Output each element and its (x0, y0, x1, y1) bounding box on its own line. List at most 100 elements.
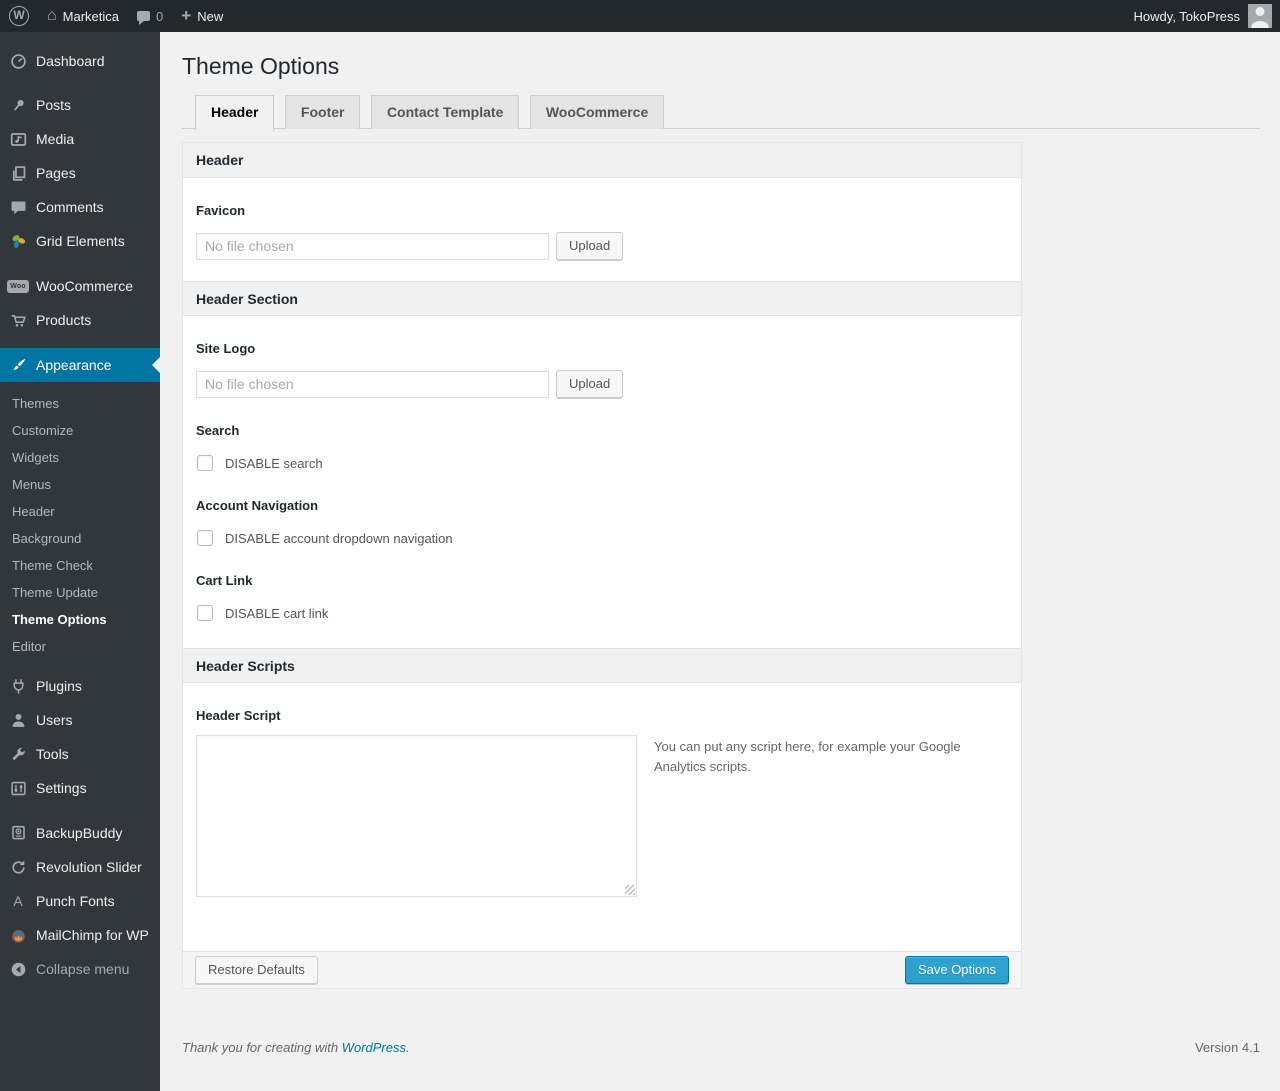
cart-link-label: Cart Link (196, 573, 253, 588)
page-footer: Thank you for creating with WordPress. V… (182, 1040, 1260, 1055)
search-label: Search (196, 423, 240, 438)
sidebar-item-media[interactable]: Media (0, 122, 160, 156)
sidebar-item-comments[interactable]: Comments (0, 190, 160, 224)
submenu-item-theme-update[interactable]: Theme Update (0, 579, 160, 606)
sidebar-item-plugins[interactable]: Plugins (0, 669, 160, 703)
sidebar-item-woocommerce[interactable]: Woo WooCommerce (0, 269, 160, 303)
admin-bar: W ⌂ Marketica 0 + New Howdy, TokoPress (0, 0, 1280, 32)
sidebar-item-label: Products (36, 312, 92, 328)
sidebar-item-label: Pages (36, 165, 76, 181)
avatar-head-shape (1255, 7, 1265, 16)
disable-account-nav-checkbox[interactable] (197, 530, 213, 546)
sidebar-item-label: WooCommerce (36, 278, 133, 294)
avatar-body-shape (1251, 21, 1269, 28)
paintbrush-icon (8, 357, 28, 374)
submenu-item-customize[interactable]: Customize (0, 417, 160, 444)
sidebar-item-mailchimp[interactable]: MailChimp for WP (0, 918, 160, 952)
site-link[interactable]: ⌂ Marketica (38, 0, 128, 32)
sidebar-item-grid-elements[interactable]: Grid Elements (0, 224, 160, 258)
submenu-item-themes[interactable]: Themes (0, 390, 160, 417)
favicon-file-input[interactable] (196, 232, 549, 260)
version-text: Version 4.1 (1194, 1040, 1260, 1055)
panel-body-header-scripts: Header Script You can put any script her… (183, 708, 1021, 951)
section-title-header-section: Header Section (183, 281, 1021, 316)
submenu-item-header[interactable]: Header (0, 498, 160, 525)
panel-body-header: Favicon Upload (183, 203, 1021, 260)
user-icon (8, 712, 28, 729)
save-options-button[interactable]: Save Options (904, 956, 1009, 984)
restore-defaults-button[interactable]: Restore Defaults (195, 956, 318, 984)
pages-icon (8, 165, 28, 182)
header-script-row: You can put any script here, for example… (196, 735, 1008, 951)
tab-footer[interactable]: Footer (284, 95, 361, 129)
comments-counter[interactable]: 0 (128, 0, 172, 32)
collapse-menu-button[interactable]: Collapse menu (0, 952, 160, 986)
panel-footer: Restore Defaults Save Options (183, 951, 1021, 988)
sidebar-item-label: Tools (36, 746, 69, 762)
submenu-item-theme-options[interactable]: Theme Options (0, 606, 160, 633)
plus-icon: + (181, 5, 192, 25)
sidebar-item-settings[interactable]: Settings (0, 771, 160, 805)
sidebar-item-label: Users (36, 712, 73, 728)
disable-search-checkbox[interactable] (197, 455, 213, 471)
disable-search-checkbox-label[interactable]: DISABLE search (225, 456, 323, 471)
submenu-item-widgets[interactable]: Widgets (0, 444, 160, 471)
header-script-textarea[interactable] (196, 735, 637, 897)
cart-icon (8, 312, 28, 329)
header-script-hint: You can put any script here, for example… (654, 739, 961, 775)
search-check-row: DISABLE search (197, 455, 1008, 471)
site-logo-upload-button[interactable]: Upload (556, 370, 624, 398)
sidebar-item-label: Comments (36, 199, 104, 215)
disable-account-nav-checkbox-label[interactable]: DISABLE account dropdown navigation (225, 531, 453, 546)
sidebar-item-posts[interactable]: Posts (0, 88, 160, 122)
woocommerce-badge-icon: Woo (7, 279, 29, 293)
wordpress-link[interactable]: WordPress (342, 1040, 406, 1055)
sidebar-item-backupbuddy[interactable]: BackupBuddy (0, 816, 160, 850)
sidebar-item-tools[interactable]: Tools (0, 737, 160, 771)
sidebar-item-label: Plugins (36, 678, 82, 694)
new-content-menu[interactable]: + New (172, 0, 232, 32)
submenu-item-menus[interactable]: Menus (0, 471, 160, 498)
disable-cart-link-checkbox-label[interactable]: DISABLE cart link (225, 606, 328, 621)
account-navigation-check-row: DISABLE account dropdown navigation (197, 530, 1008, 546)
sidebar-item-label: Dashboard (36, 53, 105, 69)
wordpress-logo-icon: W (9, 6, 29, 26)
sidebar-item-label: Appearance (36, 357, 112, 373)
backup-drive-icon (8, 825, 28, 842)
comment-bubble-icon (8, 199, 28, 216)
favicon-upload-button[interactable]: Upload (556, 232, 624, 260)
admin-bar-right: Howdy, TokoPress (1134, 0, 1280, 32)
submenu-item-theme-check[interactable]: Theme Check (0, 552, 160, 579)
submenu-item-editor[interactable]: Editor (0, 633, 160, 660)
tab-bar: Header Footer Contact Template WooCommer… (182, 95, 1260, 131)
disable-cart-link-checkbox[interactable] (197, 605, 213, 621)
sidebar-item-products[interactable]: Products (0, 303, 160, 337)
sidebar-item-revolution-slider[interactable]: Revolution Slider (0, 850, 160, 884)
tab-contact-template[interactable]: Contact Template (370, 95, 520, 129)
site-logo-file-input[interactable] (196, 370, 549, 398)
howdy-account-link[interactable]: Howdy, TokoPress (1134, 9, 1240, 24)
main-content: Theme Options Header Footer Contact Temp… (160, 32, 1280, 1091)
tab-woocommerce[interactable]: WooCommerce (529, 95, 665, 129)
sidebar-item-dashboard[interactable]: Dashboard (0, 44, 160, 78)
sidebar-item-pages[interactable]: Pages (0, 156, 160, 190)
footer-thanks-suffix: . (406, 1040, 410, 1055)
appearance-submenu: Themes Customize Widgets Menus Header Ba… (0, 382, 160, 669)
sidebar-item-users[interactable]: Users (0, 703, 160, 737)
sidebar-item-label: BackupBuddy (36, 825, 123, 841)
sidebar-item-punch-fonts[interactable]: A Punch Fonts (0, 884, 160, 918)
sidebar-item-label: Grid Elements (36, 233, 125, 249)
tab-header[interactable]: Header (195, 95, 275, 131)
sidebar-item-appearance[interactable]: Appearance (0, 348, 160, 382)
pushpin-icon (8, 97, 28, 114)
footer-thanks-text: Thank you for creating with WordPress. (182, 1040, 410, 1055)
avatar[interactable] (1248, 4, 1272, 28)
wordpress-menu[interactable]: W (0, 0, 38, 32)
admin-sidebar: Dashboard Posts Media Pages Comments Gri… (0, 32, 160, 1091)
sidebar-item-label: Posts (36, 97, 72, 113)
header-script-textarea-wrap (196, 735, 637, 897)
section-title-header: Header (183, 143, 1021, 178)
site-name: Marketica (62, 8, 120, 24)
footer-thanks-prefix: Thank you for creating with (182, 1040, 342, 1055)
submenu-item-background[interactable]: Background (0, 525, 160, 552)
